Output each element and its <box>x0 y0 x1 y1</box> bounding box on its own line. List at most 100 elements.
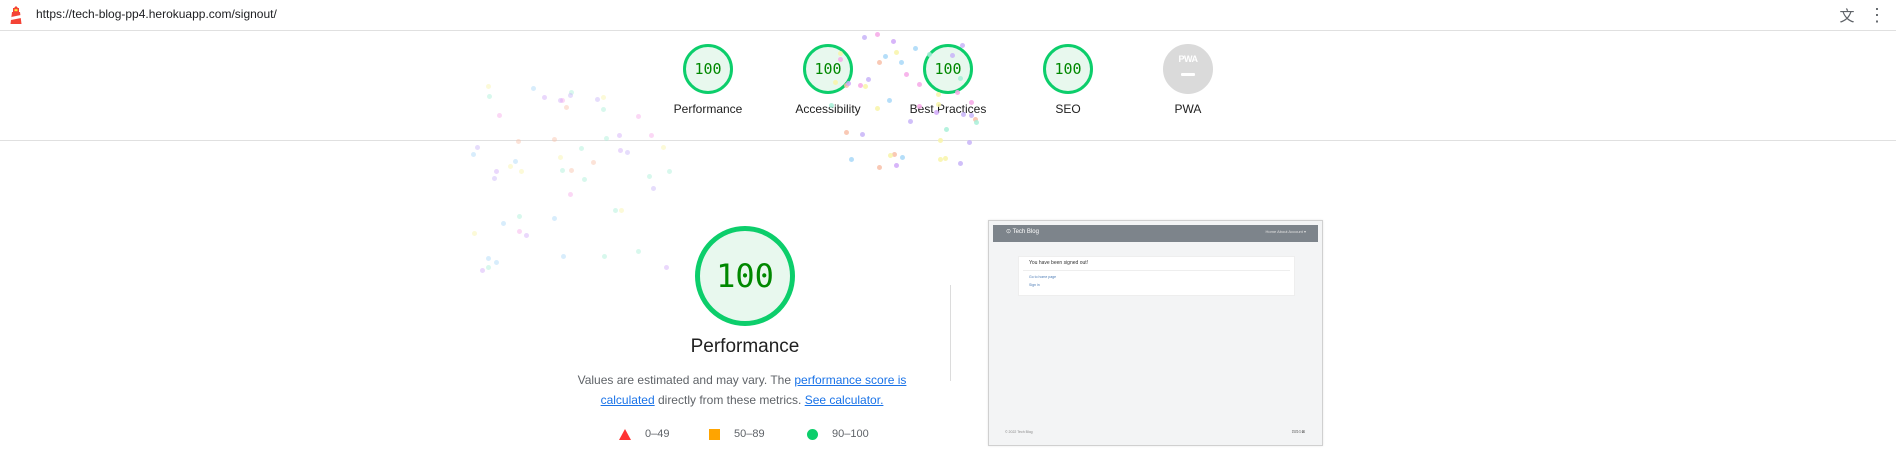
gauge-best-practices-label: Best Practices <box>909 102 987 116</box>
thumb-brand: ⊙ Tech Blog <box>1006 229 1039 235</box>
pwa-badge-icon: PWA <box>1163 44 1213 94</box>
gauge-pwa-label: PWA <box>1174 102 1202 116</box>
confetti-dot <box>516 139 522 145</box>
confetti-dot <box>624 150 630 156</box>
performance-description: Values are estimated and may vary. The p… <box>570 370 914 410</box>
confetti-dot <box>877 164 883 170</box>
confetti-dot <box>958 160 964 166</box>
confetti-dot <box>861 35 867 41</box>
translate-icon[interactable]: 文 <box>1836 4 1858 26</box>
thumb-social-icons: ⊡⊡⊙⊠ <box>1291 429 1305 434</box>
confetti-dot <box>874 31 880 37</box>
confetti-dot <box>837 50 843 56</box>
pass-circle-icon <box>807 428 818 440</box>
kebab-menu-icon[interactable]: ⋮ <box>1866 4 1888 26</box>
fail-triangle-icon <box>619 428 631 440</box>
see-calculator-link[interactable]: See calculator. <box>805 393 884 407</box>
thumb-navbar: ⊙ Tech Blog Home About Account ▾ <box>993 225 1318 242</box>
performance-main-gauge: 100 <box>695 226 795 326</box>
pwa-dash-icon <box>1181 73 1195 76</box>
thumb-card-divider <box>1023 270 1290 271</box>
confetti-dot <box>563 105 569 111</box>
desc-text-pre: Values are estimated and may vary. The <box>577 373 795 387</box>
confetti-dot <box>954 89 960 95</box>
confetti-dot <box>507 163 513 169</box>
confetti-dot <box>961 111 967 117</box>
confetti-dot <box>613 207 619 213</box>
performance-title: Performance <box>690 336 800 357</box>
final-screenshot-thumbnail[interactable]: ⊙ Tech Blog Home About Account ▾ You hav… <box>988 220 1323 446</box>
confetti-dot <box>568 192 574 198</box>
confetti-dot <box>667 169 673 175</box>
confetti-dot <box>893 163 899 169</box>
confetti-dot <box>513 158 519 164</box>
confetti-dot <box>619 208 625 214</box>
thumb-footer-text: © 2022 Tech Blog <box>1005 430 1033 434</box>
confetti-dot <box>862 84 868 90</box>
confetti-dot <box>552 136 558 142</box>
confetti-dot <box>966 140 972 146</box>
gauge-pwa[interactable]: PWA PWA <box>1128 44 1248 116</box>
confetti-dot <box>485 265 491 271</box>
gauge-performance[interactable]: 100 Performance <box>648 44 768 116</box>
confetti-dot <box>968 100 974 106</box>
confetti-dot <box>582 177 588 183</box>
confetti-dot <box>474 144 480 150</box>
gauge-performance-score: 100 <box>683 44 733 94</box>
section-divider <box>950 285 951 381</box>
thumb-home-link: Go to home page <box>1029 275 1057 279</box>
confetti-dot <box>602 253 608 259</box>
legend-fail: 0–49 <box>619 428 669 440</box>
confetti-dot <box>471 151 477 157</box>
confetti-dot <box>933 110 939 116</box>
confetti-dot <box>560 167 566 173</box>
confetti-dot <box>651 185 657 191</box>
confetti-dot <box>916 81 922 87</box>
browser-address-bar: https://tech-blog-pp4.herokuapp.com/sign… <box>0 0 1896 31</box>
confetti-dot <box>663 265 669 271</box>
confetti-dot <box>480 267 485 273</box>
gauge-seo-score: 100 <box>1043 44 1093 94</box>
confetti-dot <box>891 38 897 44</box>
average-square-icon <box>709 428 720 440</box>
gauge-best-practices[interactable]: 100 Best Practices <box>888 44 1008 116</box>
confetti-dot <box>832 79 838 85</box>
confetti-dot <box>494 168 500 174</box>
confetti-dot <box>590 160 596 166</box>
confetti-dot <box>517 228 523 234</box>
confetti-dot <box>973 120 979 126</box>
confetti-dot <box>949 52 955 58</box>
desc-text-mid: directly from these metrics. <box>654 393 805 407</box>
confetti-dot <box>600 107 606 113</box>
confetti-dot <box>530 85 536 91</box>
confetti-dot <box>569 167 575 173</box>
confetti-dot <box>937 137 943 143</box>
legend-pass-label: 90–100 <box>832 428 869 440</box>
score-gauges-row: 100 Performance 100 Accessibility 100 Be… <box>0 30 1896 141</box>
thumb-nav-links: Home About Account ▾ <box>1265 229 1306 234</box>
confetti-dot <box>636 113 642 119</box>
address-url[interactable]: https://tech-blog-pp4.herokuapp.com/sign… <box>36 7 277 21</box>
pwa-badge-text: PWA <box>1178 54 1198 64</box>
legend-pass: 90–100 <box>807 428 869 440</box>
confetti-dot <box>485 255 491 261</box>
confetti-dot <box>943 127 949 133</box>
confetti-dot <box>579 146 585 152</box>
confetti-dot <box>517 214 523 220</box>
confetti-dot <box>848 156 854 162</box>
confetti-dot <box>661 144 667 150</box>
confetti-dot <box>859 131 865 137</box>
confetti-dot <box>491 175 497 181</box>
legend-average: 50–89 <box>709 428 765 440</box>
thumb-signout-card: You have been signed out! Go to home pag… <box>1018 256 1295 296</box>
confetti-dot <box>557 155 563 161</box>
gauge-seo[interactable]: 100 SEO <box>1008 44 1128 116</box>
confetti-dot <box>500 221 506 227</box>
gauge-performance-label: Performance <box>673 102 743 116</box>
confetti-dot <box>471 231 477 237</box>
thumb-signout-message: You have been signed out! <box>1029 260 1089 266</box>
legend-average-label: 50–89 <box>734 428 765 440</box>
confetti-dot <box>494 259 500 265</box>
gauge-seo-label: SEO <box>1055 102 1081 116</box>
thumb-brand-text: Tech Blog <box>1012 229 1039 235</box>
